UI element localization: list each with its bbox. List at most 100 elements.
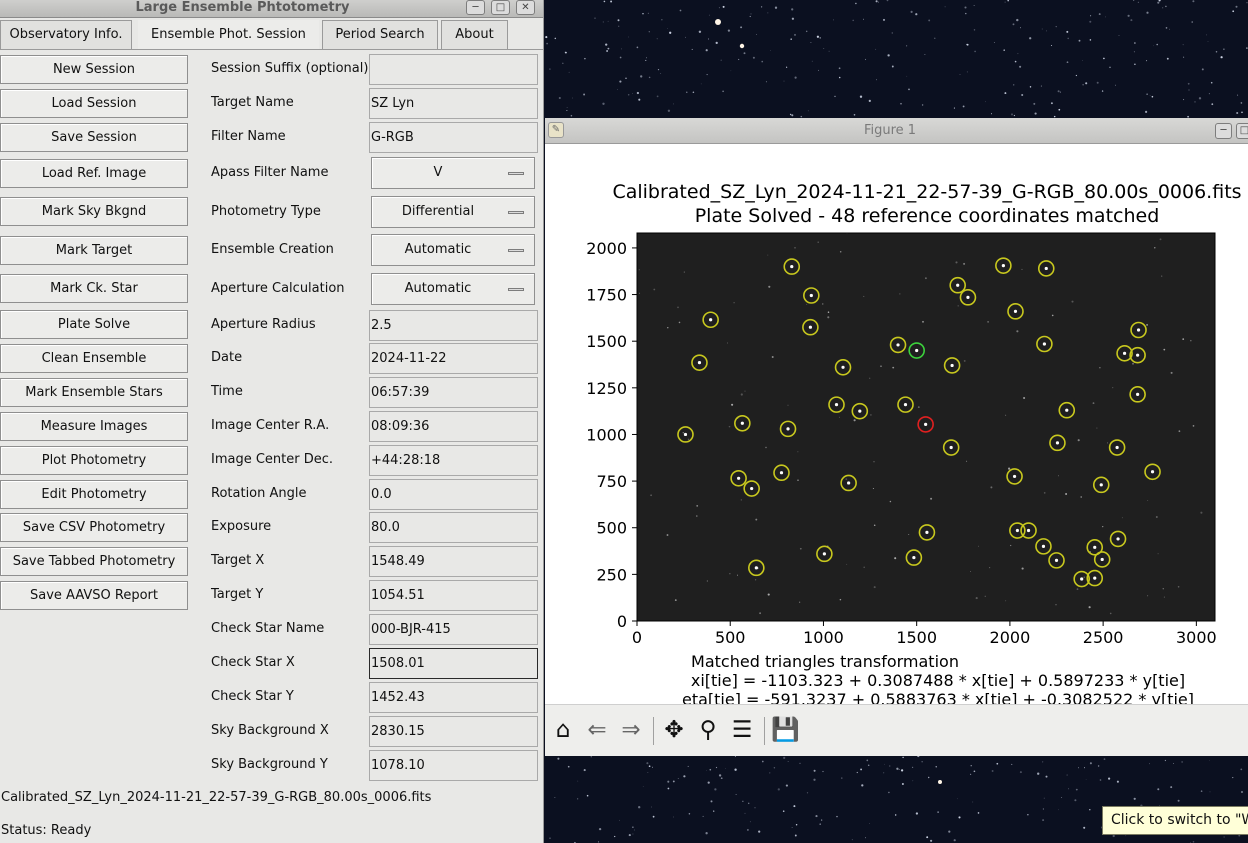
session-suffix-optional-label: Session Suffix (optional) — [211, 61, 369, 76]
target-y-label: Target Y — [211, 587, 264, 602]
configure-subplots-icon[interactable]: ☰ — [728, 717, 756, 743]
apass-filter-name-dropdown[interactable]: V — [371, 157, 535, 189]
x-tick-label: 500 — [715, 628, 746, 647]
session-suffix-optional-input[interactable] — [369, 54, 538, 85]
plate-solve-button[interactable]: Plate Solve — [0, 310, 188, 339]
mark-target-button[interactable]: Mark Target — [0, 236, 188, 265]
target-x-input[interactable]: 1548.49 — [369, 546, 538, 577]
photometry-type-label: Photometry Type — [211, 204, 321, 219]
image-center-dec-input[interactable]: +44:28:18 — [369, 445, 538, 476]
ensemble-star-dot — [709, 318, 713, 322]
field-star — [1190, 339, 1192, 342]
tab-period-search[interactable]: Period Search — [322, 20, 438, 49]
plot-photometry-button[interactable]: Plot Photometry — [0, 446, 188, 475]
field-star — [1055, 604, 1057, 606]
ensemble-star-dot — [1116, 537, 1120, 541]
field-star — [771, 356, 774, 358]
field-star — [827, 311, 830, 313]
save-csv-photometry-button[interactable]: Save CSV Photometry — [0, 513, 188, 542]
maximize-icon[interactable]: □ — [491, 0, 510, 15]
check-star-x-input[interactable]: 1508.01 — [369, 648, 538, 679]
minimize-icon[interactable]: ─ — [466, 0, 485, 15]
field-star — [1147, 595, 1149, 597]
field-star — [966, 460, 968, 462]
field-star — [1092, 402, 1095, 405]
field-star — [740, 499, 742, 501]
exposure-input[interactable]: 80.0 — [369, 512, 538, 543]
forward-arrow-icon[interactable]: ⇒ — [617, 717, 645, 743]
load-ref-image-button[interactable]: Load Ref. Image — [0, 159, 188, 188]
target-name-input[interactable]: SZ Lyn — [369, 88, 538, 119]
figure-window: ✎ Figure 1 ─ □ Calibrated_SZ_Lyn_2024-11… — [545, 118, 1248, 756]
y-tick-label: 2000 — [586, 239, 627, 258]
ensemble-star-dot — [1042, 342, 1046, 346]
edit-photometry-button[interactable]: Edit Photometry — [0, 480, 188, 509]
save-aavso-report-button[interactable]: Save AAVSO Report — [0, 581, 188, 610]
tab-about[interactable]: About — [441, 20, 508, 49]
close-icon[interactable]: ✕ — [516, 0, 535, 15]
y-tick-label: 750 — [596, 472, 627, 491]
tab-ensemble-phot-session[interactable]: Ensemble Phot. Session — [138, 20, 319, 49]
ensemble-star-dot — [1122, 351, 1127, 355]
time-input[interactable]: 06:57:39 — [369, 377, 538, 408]
ensemble-star-dot — [1015, 528, 1019, 533]
check-star-name-label: Check Star Name — [211, 621, 325, 636]
save-tabbed-photometry-button[interactable]: Save Tabbed Photometry — [0, 547, 188, 576]
tab-observatory-info[interactable]: Observatory Info. — [0, 20, 132, 49]
aperture-calculation-dropdown[interactable]: Automatic — [371, 273, 535, 305]
mark-ensemble-stars-button[interactable]: Mark Ensemble Stars — [0, 378, 188, 407]
minimize-icon[interactable]: ─ — [1215, 123, 1232, 139]
maximize-icon[interactable]: □ — [1236, 123, 1248, 139]
load-session-button[interactable]: Load Session — [0, 89, 188, 118]
ensemble-creation-dropdown[interactable]: Automatic — [371, 234, 535, 266]
check-star-y-input[interactable]: 1452.43 — [369, 682, 538, 713]
main-titlebar: Large Ensemble Phtotometry ─ □ ✕ — [0, 0, 543, 18]
photometry-type-dropdown[interactable]: Differential — [371, 196, 535, 228]
mark-ck-star-button[interactable]: Mark Ck. Star — [0, 274, 188, 303]
ensemble-star-dot — [1054, 558, 1059, 562]
sky-background-x-input[interactable]: 2830.15 — [369, 716, 538, 747]
aperture-radius-input[interactable]: 2.5 — [369, 310, 538, 341]
field-star — [1016, 330, 1019, 333]
ensemble-star-dot — [790, 264, 794, 269]
y-tick-label: 1000 — [586, 425, 627, 444]
filter-name-input[interactable]: G-RGB — [369, 122, 538, 153]
plot-canvas[interactable]: Calibrated_SZ_Lyn_2024-11-21_22-57-39_G-… — [545, 144, 1248, 704]
rotation-angle-input[interactable]: 0.0 — [369, 479, 538, 510]
back-arrow-icon[interactable]: ⇐ — [583, 717, 611, 743]
apass-filter-name-selected-value: V — [433, 165, 443, 180]
dropdown-indicator-icon — [508, 211, 524, 214]
field-star — [839, 598, 842, 601]
y-tick-label: 250 — [596, 565, 627, 584]
ensemble-star-dot — [925, 530, 929, 534]
field-star — [787, 404, 789, 406]
field-star — [930, 497, 933, 500]
figure-window-title: Figure 1 — [863, 123, 917, 138]
photometry-type-selected-value: Differential — [401, 204, 475, 219]
field-star — [977, 545, 980, 547]
date-input[interactable]: 2024-11-22 — [369, 343, 538, 374]
image-center-r-a-input[interactable]: 08:09:36 — [369, 411, 538, 442]
field-star — [806, 303, 808, 305]
home-icon[interactable]: ⌂ — [549, 717, 577, 743]
field-star — [797, 479, 799, 481]
zoom-icon[interactable]: ⚲ — [694, 717, 722, 743]
image-center-dec-label: Image Center Dec. — [211, 452, 334, 467]
ensemble-star-dot — [1115, 445, 1119, 450]
check-star-name-input[interactable]: 000-BJR-415 — [369, 614, 538, 645]
aperture-calculation-selected-value: Automatic — [404, 281, 472, 296]
field-star — [822, 303, 824, 305]
clean-ensemble-button[interactable]: Clean Ensemble — [0, 344, 188, 373]
save-icon[interactable]: 💾 — [771, 717, 800, 743]
y-tick-label: 0 — [617, 612, 627, 631]
ensemble-star-dot — [956, 283, 960, 287]
field-star — [744, 390, 746, 392]
aperture-calculation-label: Aperture Calculation — [211, 281, 345, 296]
sky-background-y-input[interactable]: 1078.10 — [369, 750, 538, 781]
mark-sky-bkgnd-button[interactable]: Mark Sky Bkgnd — [0, 197, 188, 226]
target-y-input[interactable]: 1054.51 — [369, 580, 538, 611]
pan-icon[interactable]: ✥ — [660, 717, 688, 743]
measure-images-button[interactable]: Measure Images — [0, 412, 188, 441]
new-session-button[interactable]: New Session — [0, 55, 188, 84]
save-session-button[interactable]: Save Session — [0, 123, 188, 152]
